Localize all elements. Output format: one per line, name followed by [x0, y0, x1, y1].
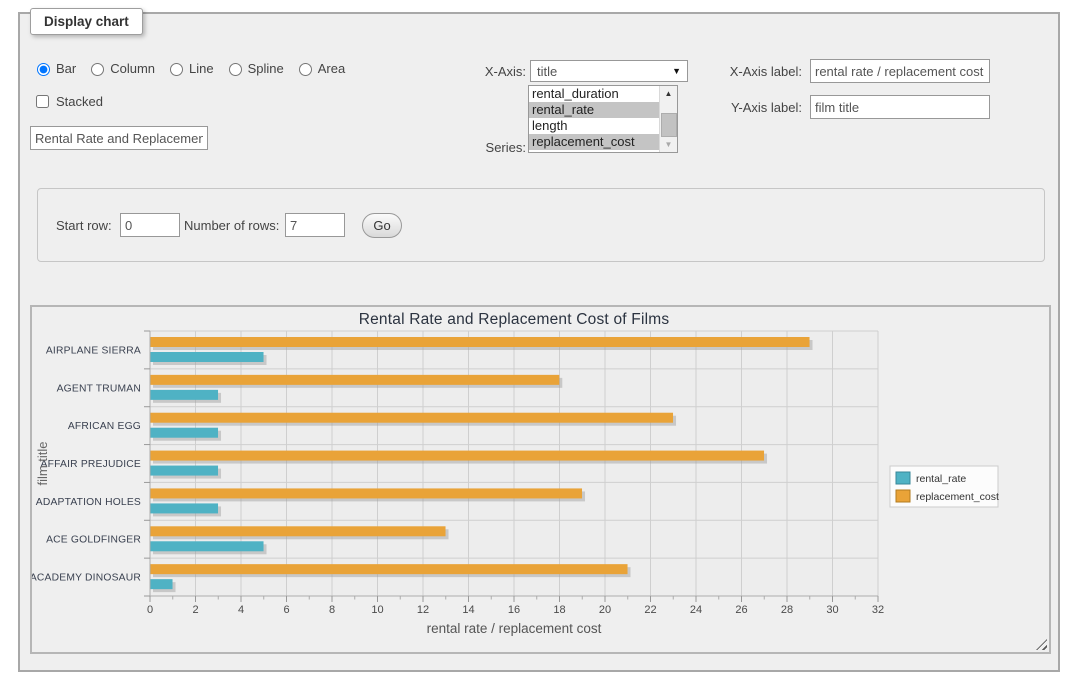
chart-type-option-area[interactable]: Area [294, 60, 345, 76]
series-option-replacement-cost[interactable]: replacement_cost [529, 134, 660, 150]
chart-type-option-column[interactable]: Column [86, 60, 155, 76]
x-tick-label: 20 [599, 604, 611, 616]
chart-type-radio-spline[interactable] [229, 63, 242, 76]
x-tick-label: 14 [462, 604, 474, 616]
display-chart-panel: Display chart Bar Column Line Spline Are… [18, 12, 1060, 672]
bar-rental_rate[interactable] [150, 390, 218, 400]
x-tick-label: 16 [508, 604, 520, 616]
scroll-up-icon[interactable]: ▲ [660, 86, 677, 101]
chart-type-option-bar[interactable]: Bar [32, 60, 76, 76]
category-label: AFRICAN EGG [68, 421, 141, 432]
go-button[interactable]: Go [362, 213, 402, 238]
stacked-checkbox[interactable] [36, 95, 49, 108]
x-axis-select-label: X-Axis: [432, 64, 526, 79]
chart-type-radio-line[interactable] [170, 63, 183, 76]
bar-rental_rate[interactable] [150, 352, 264, 362]
bar-rental_rate[interactable] [150, 579, 173, 589]
x-tick-label: 24 [690, 604, 702, 616]
dropdown-arrow-icon: ▼ [672, 66, 681, 76]
category-label: ACE GOLDFINGER [46, 535, 141, 546]
y-axis-title: film title [35, 441, 50, 485]
chart-type-option-spline[interactable]: Spline [224, 60, 284, 76]
chart-type-label: Line [189, 61, 214, 76]
bar-replacement_cost[interactable] [150, 337, 810, 347]
legend-swatch-replacement_cost [896, 490, 910, 502]
series-option-rental-rate[interactable]: rental_rate [529, 102, 660, 118]
scroll-down-icon[interactable]: ▼ [660, 137, 677, 152]
chart-type-radio-column[interactable] [91, 63, 104, 76]
bar-rental_rate[interactable] [150, 541, 264, 551]
bar-rental_rate[interactable] [150, 428, 218, 438]
category-label: AIRPLANE SIERRA [46, 345, 141, 356]
x-axis-label-label: X-Axis label: [720, 64, 802, 79]
bar-replacement_cost[interactable] [150, 413, 673, 423]
bar-replacement_cost[interactable] [150, 451, 764, 461]
stacked-group: Stacked [32, 92, 103, 111]
legend-label: rental_rate [916, 473, 966, 485]
scrollbar-thumb[interactable] [661, 113, 677, 137]
series-listbox[interactable]: rental_duration rental_rate length repla… [528, 85, 678, 153]
bar-chart-svg: 02468101214161820222426283032AIRPLANE SI… [32, 307, 1049, 652]
chart-type-group: Bar Column Line Spline Area [32, 60, 351, 76]
x-tick-label: 26 [735, 604, 747, 616]
bar-replacement_cost[interactable] [150, 526, 446, 536]
x-tick-label: 12 [417, 604, 429, 616]
start-row-label: Start row: [56, 218, 112, 233]
num-rows-label: Number of rows: [184, 218, 279, 233]
x-tick-label: 22 [644, 604, 656, 616]
x-tick-label: 10 [371, 604, 383, 616]
x-tick-label: 2 [192, 604, 198, 616]
chart-type-label: Bar [56, 61, 76, 76]
x-tick-label: 6 [283, 604, 289, 616]
stacked-label: Stacked [56, 94, 103, 109]
x-tick-label: 18 [553, 604, 565, 616]
y-axis-ticks [144, 331, 150, 596]
series-scrollbar[interactable]: ▲ ▼ [659, 86, 677, 152]
row-range-box: Start row: Number of rows: Go [37, 188, 1045, 262]
category-label: ADAPTATION HOLES [36, 497, 141, 508]
x-tick-label: 28 [781, 604, 793, 616]
chart-container: 02468101214161820222426283032AIRPLANE SI… [30, 305, 1051, 654]
chart-title: Rental Rate and Replacement Cost of Film… [359, 311, 670, 328]
x-axis-label-input[interactable] [810, 59, 990, 83]
series-select-label: Series: [432, 140, 526, 155]
bar-rental_rate[interactable] [150, 503, 218, 513]
chart-type-label: Spline [248, 61, 284, 76]
bar-replacement_cost[interactable] [150, 564, 628, 574]
x-axis-title: rental rate / replacement cost [427, 621, 602, 636]
num-rows-input[interactable] [285, 213, 345, 237]
chart-type-label: Column [110, 61, 155, 76]
x-tick-label: 0 [147, 604, 153, 616]
series-options: rental_duration rental_rate length repla… [529, 86, 660, 152]
legend-swatch-rental_rate [896, 472, 910, 484]
x-tick-label: 8 [329, 604, 335, 616]
start-row-input[interactable] [120, 213, 180, 237]
x-axis-ticks [150, 596, 878, 602]
bar-rental_rate[interactable] [150, 466, 218, 476]
bar-replacement_cost[interactable] [150, 488, 582, 498]
chart-title-input[interactable] [30, 126, 208, 150]
panel-legend: Display chart [30, 8, 143, 35]
legend-label: replacement_cost [916, 491, 999, 503]
y-axis-label-input[interactable] [810, 95, 990, 119]
category-label: AGENT TRUMAN [57, 383, 141, 394]
bar-replacement_cost[interactable] [150, 375, 559, 385]
x-tick-label: 4 [238, 604, 244, 616]
chart-type-option-line[interactable]: Line [165, 60, 214, 76]
series-option-rental-duration[interactable]: rental_duration [529, 86, 660, 102]
x-axis-selected-value: title [537, 64, 557, 79]
chart-type-label: Area [318, 61, 345, 76]
y-axis-label-label: Y-Axis label: [720, 100, 802, 115]
chart-type-radio-bar[interactable] [37, 63, 50, 76]
x-tick-label: 30 [826, 604, 838, 616]
category-label: ACADEMY DINOSAUR [32, 573, 141, 584]
category-label: AFFAIR PREJUDICE [41, 459, 141, 470]
x-axis-select[interactable]: title ▼ [530, 60, 688, 82]
bar-chart: 02468101214161820222426283032AIRPLANE SI… [32, 307, 1049, 655]
series-option-length[interactable]: length [529, 118, 660, 134]
chart-type-radio-area[interactable] [299, 63, 312, 76]
x-tick-label: 32 [872, 604, 884, 616]
